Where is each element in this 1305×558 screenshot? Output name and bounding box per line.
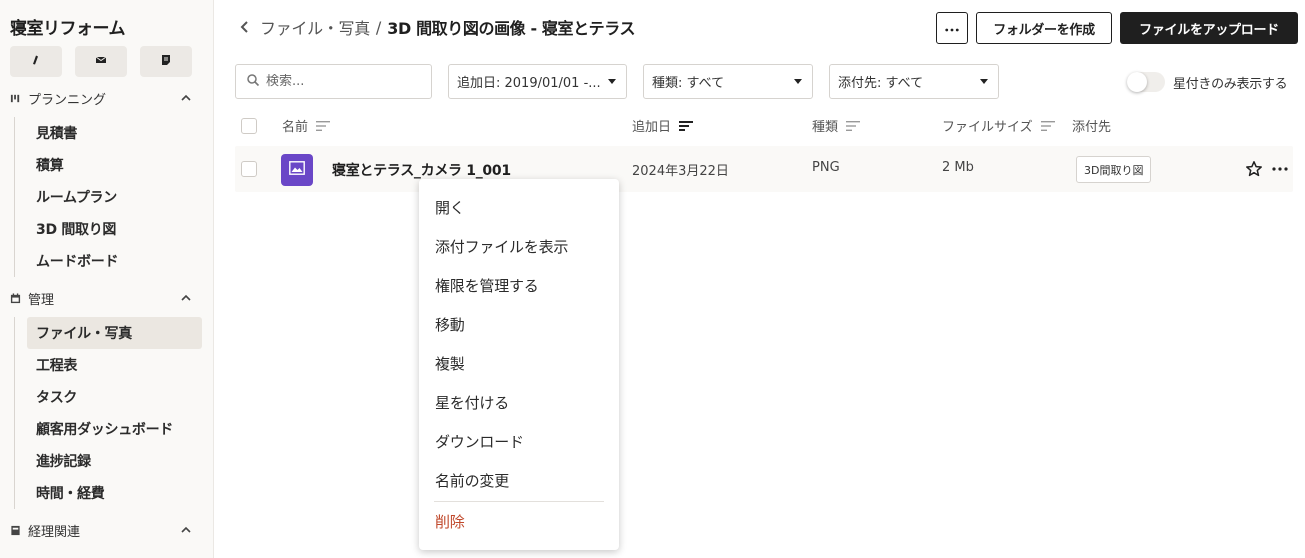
caret-down-icon xyxy=(794,79,802,84)
menu-item-rename[interactable]: 名前の変更 xyxy=(419,461,619,500)
info-icon xyxy=(30,54,42,70)
info-button[interactable] xyxy=(10,46,62,77)
breadcrumb-parent-link[interactable]: ファイル・写真 xyxy=(260,15,370,39)
mail-icon xyxy=(95,54,107,70)
column-added-label: 追加日 xyxy=(632,120,672,135)
upload-file-button[interactable]: ファイルをアップロード xyxy=(1120,12,1298,44)
breadcrumb: ファイル・写真 / 3D 間取り図の画像 - 寝室とテラス xyxy=(238,14,636,40)
sidebar-item-client-dashboard[interactable]: 顧客用ダッシュボード xyxy=(27,413,202,445)
sidebar-item-time-expenses[interactable]: 時間・経費 xyxy=(27,477,202,509)
image-icon xyxy=(289,161,305,179)
sort-active-icon[interactable] xyxy=(679,120,694,132)
note-button[interactable] xyxy=(140,46,192,77)
attach-filter-value: 添付先: すべて xyxy=(838,76,924,91)
sort-icon[interactable] xyxy=(316,120,331,132)
column-size[interactable]: ファイルサイズ xyxy=(942,116,1055,135)
project-title: 寝室リフォーム xyxy=(10,19,126,39)
column-type[interactable]: 種類 xyxy=(812,116,861,135)
table-row[interactable]: 寝室とテラス_カメラ 1_001 2024年3月22日 PNG 2 Mb 3D間… xyxy=(235,146,1293,192)
sidebar-item-3d-floorplan[interactable]: 3D 間取り図 xyxy=(27,213,202,245)
sidebar-item-files-photos[interactable]: ファイル・写真 xyxy=(27,317,202,349)
menu-item-show-attachments[interactable]: 添付ファイルを表示 xyxy=(419,227,619,266)
calendar-icon xyxy=(10,292,22,304)
search-input[interactable] xyxy=(266,74,416,89)
sort-icon[interactable] xyxy=(846,120,861,132)
file-added-date: 2024年3月22日 xyxy=(632,164,729,179)
attach-filter-dropdown[interactable]: 添付先: すべて xyxy=(829,64,999,99)
management-items: ファイル・写真 工程表 タスク 顧客用ダッシュボード 進捗記録 時間・経費 xyxy=(14,317,202,509)
menu-item-move[interactable]: 移動 xyxy=(419,305,619,344)
menu-item-manage-permissions[interactable]: 権限を管理する xyxy=(419,266,619,305)
section-planning[interactable]: プランニング xyxy=(10,87,192,109)
sidebar-item-progress-log[interactable]: 進捗記録 xyxy=(27,445,202,477)
sidebar-item-room-plan[interactable]: ルームプラン xyxy=(27,181,202,213)
section-title: プランニング xyxy=(28,92,107,108)
sidebar-item-moodboard[interactable]: ムードボード xyxy=(27,245,202,277)
menu-item-download[interactable]: ダウンロード xyxy=(419,422,619,461)
note-icon xyxy=(160,54,172,70)
page-title: 3D 間取り図の画像 - 寝室とテラス xyxy=(387,19,636,38)
sort-icon[interactable] xyxy=(1040,120,1055,132)
more-horizontal-icon xyxy=(945,20,959,36)
toggle-knob xyxy=(1127,72,1147,92)
caret-down-icon xyxy=(608,79,616,84)
type-filter-dropdown[interactable]: 種類: すべて xyxy=(643,64,813,99)
column-attached-label: 添付先 xyxy=(1072,120,1112,135)
star-outline-icon[interactable] xyxy=(1245,160,1263,178)
file-thumbnail xyxy=(281,154,313,186)
planning-icon xyxy=(10,92,22,104)
sidebar-item-schedule[interactable]: 工程表 xyxy=(27,349,202,381)
ledger-icon xyxy=(10,524,22,536)
type-filter-value: 種類: すべて xyxy=(652,76,725,91)
quick-actions xyxy=(10,46,192,77)
section-management[interactable]: 管理 xyxy=(10,287,192,309)
sidebar-item-estimate[interactable]: 見積書 xyxy=(27,117,202,149)
menu-item-delete[interactable]: 削除 xyxy=(419,502,619,541)
chevron-up-icon[interactable] xyxy=(180,524,192,536)
planning-items: 見積書 積算 ルームプラン 3D 間取り図 ムードボード xyxy=(14,117,202,277)
chevron-up-icon[interactable] xyxy=(180,292,192,304)
breadcrumb-separator: / xyxy=(375,17,382,37)
menu-item-star[interactable]: 星を付ける xyxy=(419,383,619,422)
column-size-label: ファイルサイズ xyxy=(942,120,1033,135)
context-menu: 開く 添付ファイルを表示 権限を管理する 移動 複製 星を付ける ダウンロード … xyxy=(419,179,619,550)
column-type-label: 種類 xyxy=(812,120,839,135)
section-title: 経理関連 xyxy=(28,524,81,540)
column-name[interactable]: 名前 xyxy=(282,116,331,135)
back-chevron-icon[interactable] xyxy=(238,20,252,34)
sidebar-item-tasks[interactable]: タスク xyxy=(27,381,202,413)
mail-button[interactable] xyxy=(75,46,127,77)
starred-only-toggle-wrap: 星付きのみ表示する xyxy=(1127,72,1288,92)
starred-only-label: 星付きのみ表示する xyxy=(1173,76,1288,92)
attached-tag[interactable]: 3D間取り図 xyxy=(1076,156,1152,183)
chevron-up-icon[interactable] xyxy=(180,92,192,104)
table-header: 名前 追加日 種類 ファイルサイズ 添付先 xyxy=(235,112,1295,140)
file-name[interactable]: 寝室とテラス_カメラ 1_001 xyxy=(332,160,511,180)
search-icon xyxy=(246,73,266,91)
create-folder-button[interactable]: フォルダーを作成 xyxy=(976,12,1112,44)
menu-item-duplicate[interactable]: 複製 xyxy=(419,344,619,383)
row-checkbox[interactable] xyxy=(241,161,257,177)
sidebar: 寝室リフォーム プランニング 見積書 積算 ルームプラン 3D 間取り図 ムード… xyxy=(0,0,214,558)
more-options-button[interactable] xyxy=(936,12,968,44)
menu-item-open[interactable]: 開く xyxy=(419,188,619,227)
file-type: PNG xyxy=(812,160,840,175)
column-attached: 添付先 xyxy=(1072,116,1111,135)
column-added[interactable]: 追加日 xyxy=(632,116,694,135)
select-all-checkbox[interactable] xyxy=(241,118,257,134)
search-box[interactable] xyxy=(235,64,432,99)
row-more-icon[interactable] xyxy=(1271,160,1289,178)
caret-down-icon xyxy=(980,79,988,84)
section-title: 管理 xyxy=(28,292,55,308)
sidebar-item-takeoff[interactable]: 積算 xyxy=(27,149,202,181)
date-filter-value: 追加日: 2019/01/01 -... xyxy=(457,76,601,91)
date-filter-dropdown[interactable]: 追加日: 2019/01/01 -... xyxy=(448,64,627,99)
column-name-label: 名前 xyxy=(282,120,309,135)
section-accounting[interactable]: 経理関連 xyxy=(10,519,192,541)
file-size: 2 Mb xyxy=(942,160,974,175)
starred-only-toggle[interactable] xyxy=(1127,72,1165,92)
